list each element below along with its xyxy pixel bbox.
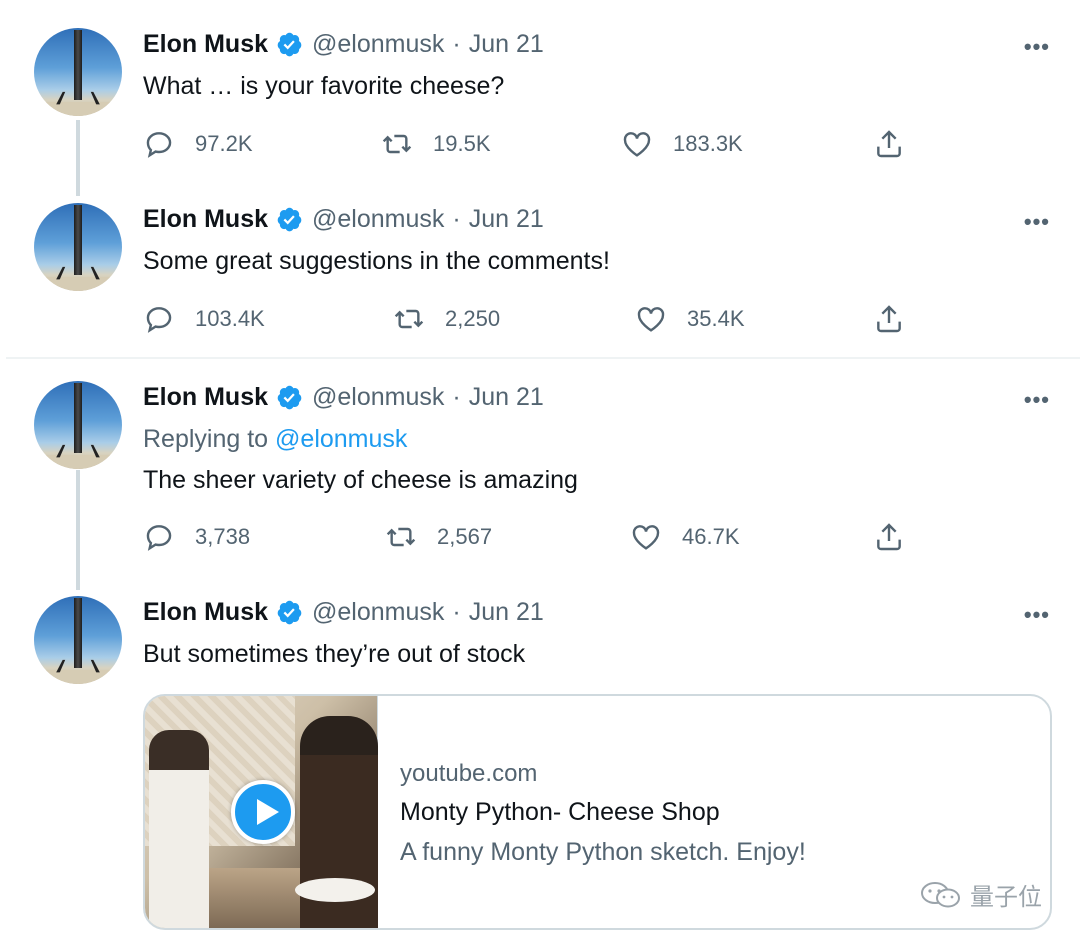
share-button[interactable] [873,521,925,553]
card-title: Monty Python- Cheese Shop [400,798,720,826]
verified-badge-icon [277,385,302,410]
watermark: 量子位 [920,877,1042,912]
author-handle[interactable]: @elonmusk [312,205,444,234]
reply-button[interactable]: 97.2K [143,128,253,160]
retweet-icon [386,527,416,547]
tweet-text: Some great suggestions in the comments! [143,247,610,275]
retweet-button[interactable]: 19.5K [381,128,491,160]
retweet-button[interactable]: 2,567 [385,521,492,553]
like-count: 46.7K [682,524,740,549]
verified-badge-icon [277,32,302,57]
tweet-header: Elon Musk @elonmusk · Jun 21 [143,383,544,412]
heart-icon [623,132,651,157]
tweet-text: But sometimes they’re out of stock [143,640,526,668]
tweet-actions: 103.4K 2,250 35.4K [143,303,913,339]
reply-count: 3,738 [195,524,251,549]
author-name[interactable]: Elon Musk [143,383,268,412]
tweet-text: What … is your favorite cheese? [143,72,505,100]
reply-icon [146,525,172,551]
like-count: 35.4K [687,306,745,331]
share-button[interactable] [873,128,925,160]
avatar[interactable] [34,28,122,116]
video-thumbnail[interactable] [145,696,378,928]
reply-button[interactable]: 3,738 [143,521,250,553]
like-button[interactable]: 35.4K [635,303,745,335]
tweet-actions: 3,738 2,567 46.7K [143,521,913,557]
tweet-date[interactable]: Jun 21 [469,30,544,59]
retweet-button[interactable]: 2,250 [393,303,500,335]
author-name[interactable]: Elon Musk [143,598,268,627]
reply-icon [146,307,172,333]
avatar[interactable] [34,596,122,684]
link-preview-card[interactable]: youtube.com Monty Python- Cheese Shop A … [143,694,1052,930]
avatar[interactable] [34,381,122,469]
share-icon [877,523,901,551]
like-count: 183.3K [673,131,743,156]
tweet-date[interactable]: Jun 21 [469,598,544,627]
separator: · [452,598,461,626]
author-handle[interactable]: @elonmusk [312,383,444,412]
share-button[interactable] [873,303,925,335]
retweet-icon [382,134,412,154]
verified-badge-icon [277,207,302,232]
card-description: A funny Monty Python sketch. Enjoy! [400,838,806,866]
tweet-header: Elon Musk @elonmusk · Jun 21 [143,598,544,627]
tweet[interactable]: Elon Musk @elonmusk · Jun 21 ••• Some gr… [0,175,1080,355]
heart-icon [637,307,665,332]
author-handle[interactable]: @elonmusk [312,598,444,627]
replying-to: Replying to @elonmusk [143,425,407,454]
card-domain: youtube.com [400,760,538,787]
avatar[interactable] [34,203,122,291]
more-icon[interactable]: ••• [1024,387,1050,413]
tweet-date[interactable]: Jun 21 [469,205,544,234]
tweet-header: Elon Musk @elonmusk · Jun 21 [143,30,544,59]
mention-link[interactable]: @elonmusk [275,425,407,453]
like-button[interactable]: 183.3K [621,128,743,160]
heart-icon [632,525,660,550]
tweet-actions: 97.2K 19.5K 183.3K [143,128,913,164]
more-icon[interactable]: ••• [1024,34,1050,60]
watermark-text: 量子位 [970,884,1042,911]
more-icon[interactable]: ••• [1024,209,1050,235]
author-name[interactable]: Elon Musk [143,205,268,234]
tweet[interactable]: Elon Musk @elonmusk · Jun 21 ••• What … … [0,0,1080,190]
separator: · [452,205,461,233]
reply-count: 103.4K [195,306,265,331]
tweet-header: Elon Musk @elonmusk · Jun 21 [143,205,544,234]
reply-icon [146,132,172,158]
tweet[interactable]: Elon Musk @elonmusk · Jun 21 ••• Replyin… [0,353,1080,578]
share-icon [877,130,901,158]
reply-button[interactable]: 103.4K [143,303,265,335]
like-button[interactable]: 46.7K [630,521,740,553]
replying-to-label: Replying to [143,425,269,453]
retweet-icon [394,309,424,329]
reply-count: 97.2K [195,131,253,156]
separator: · [452,383,461,411]
author-name[interactable]: Elon Musk [143,30,268,59]
retweet-count: 2,250 [445,306,501,331]
play-icon[interactable] [231,780,295,844]
verified-badge-icon [277,600,302,625]
tweet-text: The sheer variety of cheese is amazing [143,466,578,494]
tweet-date[interactable]: Jun 21 [469,383,544,412]
retweet-count: 2,567 [437,524,493,549]
more-icon[interactable]: ••• [1024,602,1050,628]
separator: · [452,30,461,58]
wechat-icon [921,881,960,907]
share-icon [877,305,901,333]
author-handle[interactable]: @elonmusk [312,30,444,59]
retweet-count: 19.5K [433,131,491,156]
